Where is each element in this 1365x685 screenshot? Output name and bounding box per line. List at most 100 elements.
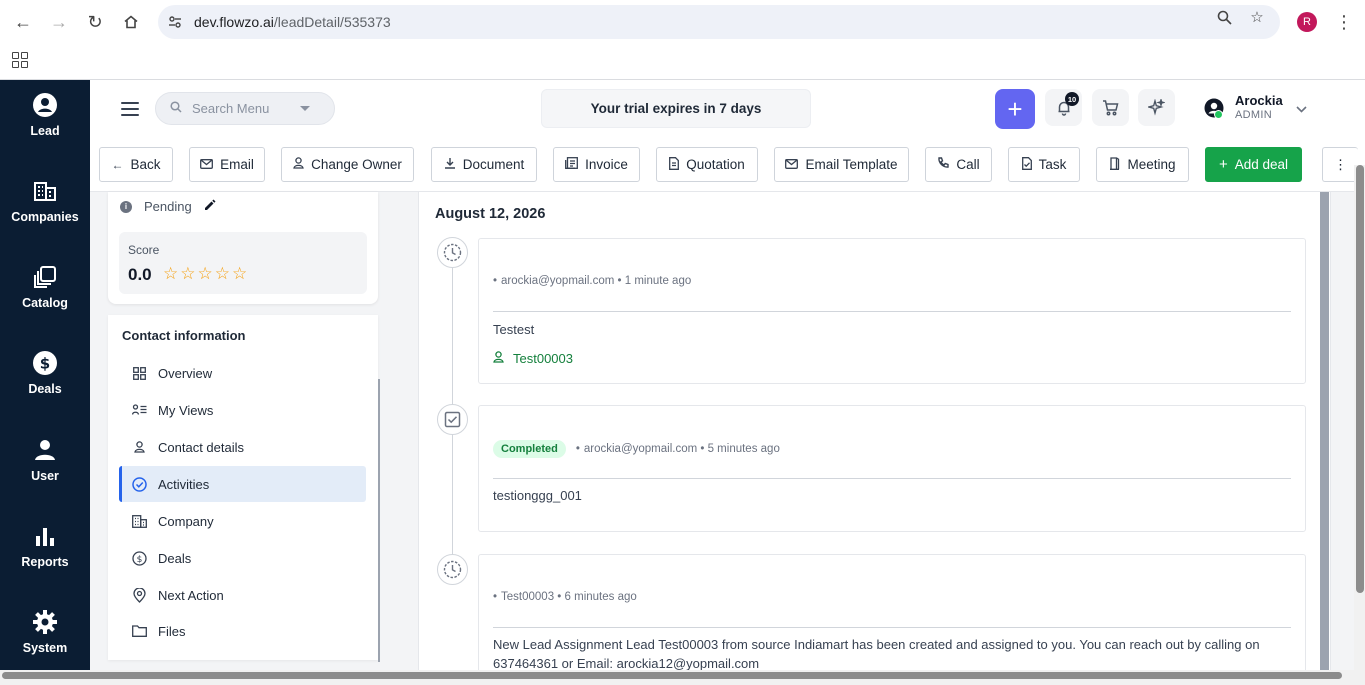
star-rating[interactable]: ☆ ☆ ☆ ☆ ☆ [163, 265, 249, 282]
nav-item-catalog[interactable]: Catalog [0, 264, 90, 310]
user-icon [293, 157, 304, 172]
activity-text: testionggg_001 [493, 488, 582, 503]
star-icon[interactable]: ☆ [215, 265, 230, 282]
chevron-down-icon[interactable] [1296, 102, 1307, 116]
notifications-button[interactable]: 10 [1045, 89, 1082, 126]
add-deal-button[interactable]: + Add deal [1205, 147, 1302, 182]
nav-item-reports[interactable]: Reports [0, 523, 90, 569]
status-row: i Pending [120, 199, 216, 214]
user-name[interactable]: Arockia [1235, 93, 1283, 108]
back-arrow-icon[interactable]: ← [11, 10, 35, 34]
quotation-button[interactable]: Quotation [656, 147, 758, 182]
activity-entry[interactable]: • arockia@yopmail.com • 1 minute ago Test… [478, 238, 1306, 384]
timeline-date: August 12, 2026 [435, 206, 546, 222]
cart-button[interactable] [1092, 89, 1129, 126]
activity-text: New Lead Assignment Lead Test00003 from … [493, 637, 1260, 671]
status-badge: Completed [493, 440, 566, 458]
quick-add-button[interactable]: + [995, 89, 1035, 129]
star-icon[interactable]: ☆ [180, 265, 195, 282]
kebab-icon: ⋮ [1333, 156, 1348, 172]
list-user-icon [131, 404, 147, 416]
site-settings-icon[interactable] [166, 13, 184, 31]
phone-icon [937, 157, 950, 172]
forward-arrow-icon[interactable]: → [47, 10, 71, 34]
meeting-button[interactable]: Meeting [1096, 147, 1189, 182]
menu-item-overview[interactable]: Overview [119, 355, 366, 391]
menu-item-deals[interactable]: $ Deals [119, 540, 366, 576]
panel-scrollbar[interactable] [378, 379, 380, 662]
reload-icon[interactable]: ↻ [83, 10, 107, 34]
star-icon[interactable]: ☆ [232, 265, 247, 282]
cart-icon [1103, 100, 1119, 116]
trial-banner: Your trial expires in 7 days [541, 89, 811, 128]
back-button[interactable]: ← Back [99, 147, 173, 182]
grid-icon [131, 366, 147, 380]
ai-sparkle-button[interactable] [1138, 89, 1175, 126]
nav-item-user[interactable]: User [0, 437, 90, 483]
change-owner-button[interactable]: Change Owner [281, 147, 414, 182]
home-icon[interactable] [119, 10, 143, 34]
arrow-left-icon: ← [111, 157, 124, 172]
catalog-icon [32, 264, 58, 290]
dollar-icon: $ [32, 350, 58, 376]
invoice-button[interactable]: Invoice [553, 147, 640, 182]
nav-item-deals[interactable]: $ Deals [0, 350, 90, 396]
online-status-dot [1214, 110, 1223, 119]
profile-avatar[interactable]: R [1297, 12, 1317, 32]
plus-icon: + [1218, 156, 1228, 173]
clock-icon [437, 554, 468, 585]
horizontal-scrollbar-thumb[interactable] [2, 672, 1342, 679]
checkbox-icon [437, 404, 468, 435]
task-button[interactable]: Task [1008, 147, 1080, 182]
document-button[interactable]: Document [431, 147, 537, 182]
door-icon [1109, 156, 1120, 173]
page-scrollbar-thumb[interactable] [1356, 165, 1364, 593]
pencil-icon[interactable] [204, 199, 216, 214]
divider [493, 627, 1291, 628]
hamburger-menu-icon[interactable] [121, 102, 139, 116]
bookmark-star-icon[interactable]: ☆ [1248, 8, 1266, 26]
menu-item-my-views[interactable]: My Views [119, 392, 366, 428]
section-title: Contact information [122, 328, 246, 343]
activity-entry[interactable]: • Test00003 • 6 minutes ago New Lead Assi… [478, 554, 1306, 684]
user-icon [493, 351, 504, 366]
mail-icon [200, 158, 214, 172]
more-actions-button[interactable]: ⋮ [1322, 147, 1358, 182]
menu-item-contact-details[interactable]: Contact details [119, 429, 366, 465]
zoom-icon[interactable] [1215, 8, 1233, 26]
activity-timeline-area: August 12, 2026 • arockia@yopmail.com • 1… [400, 192, 1365, 684]
menu-item-files[interactable]: Files [119, 613, 366, 649]
address-bar[interactable]: dev.flowzo.ai/leadDetail/535373 [158, 5, 1280, 39]
left-navigation: Lead Companies Catalog $ Deals User Repo… [0, 80, 90, 670]
activity-entry[interactable]: Completed • arockia@yopmail.com • 5 minut… [478, 405, 1306, 532]
star-icon[interactable]: ☆ [163, 265, 178, 282]
divider [493, 311, 1291, 312]
star-icon[interactable]: ☆ [198, 265, 213, 282]
nav-item-lead[interactable]: Lead [0, 92, 90, 138]
email-template-button[interactable]: Email Template [774, 147, 909, 182]
divider [493, 478, 1291, 479]
email-button[interactable]: Email [189, 147, 265, 182]
apps-grid-icon[interactable] [12, 52, 28, 68]
bookmarks-bar [0, 44, 1365, 80]
menu-item-next-action[interactable]: Next Action [119, 577, 366, 613]
nav-item-companies[interactable]: Companies [0, 178, 90, 224]
contact-info-card: Contact information Overview My Views Co… [108, 315, 378, 660]
timeline-scrollbar[interactable] [1320, 192, 1329, 670]
menu-item-company[interactable]: Company [119, 503, 366, 539]
activity-meta: • arockia@yopmail.com • 1 minute ago [493, 275, 692, 287]
linked-contact[interactable]: Test00003 [493, 351, 573, 366]
call-button[interactable]: Call [925, 147, 992, 182]
menu-item-activities[interactable]: Activities [119, 466, 366, 502]
account-circle-icon [32, 92, 58, 118]
status-score-card: i Pending Score 0.0 ☆ ☆ ☆ ☆ ☆ [108, 192, 378, 304]
chevron-down-icon [300, 106, 310, 111]
browser-menu-icon[interactable]: ⋮ [1335, 12, 1353, 33]
location-icon [131, 587, 147, 603]
activity-meta: • Test00003 • 6 minutes ago [493, 591, 637, 603]
activity-meta: Completed • arockia@yopmail.com • 5 minut… [493, 440, 780, 458]
nav-item-system[interactable]: System [0, 609, 90, 655]
search-menu-input[interactable]: Search Menu [155, 92, 335, 125]
check-circle-icon [131, 476, 147, 492]
info-icon: i [120, 200, 132, 213]
